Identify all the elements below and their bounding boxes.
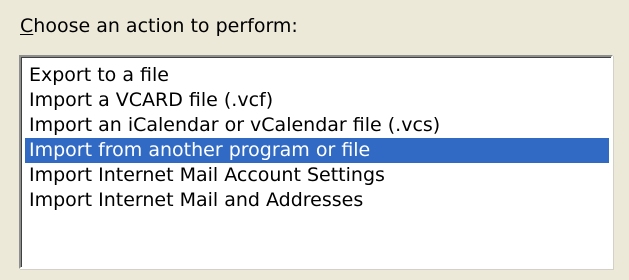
action-listbox[interactable]: Export to a file Import a VCARD file (.v… [19, 55, 613, 269]
choose-action-label-mnemonic: C [20, 15, 34, 37]
choose-action-label-text: hoose an action to perform: [33, 15, 298, 37]
action-item-import-from-program[interactable]: Import from another program or file [25, 138, 609, 163]
action-item-import-mail-account-settings[interactable]: Import Internet Mail Account Settings [25, 163, 609, 188]
action-list: Export to a file Import a VCARD file (.v… [25, 63, 609, 213]
action-item-import-vcard[interactable]: Import a VCARD file (.vcf) [25, 88, 609, 113]
action-item-import-mail-and-addresses[interactable]: Import Internet Mail and Addresses [25, 188, 609, 213]
action-item-export-to-file[interactable]: Export to a file [25, 63, 609, 88]
action-item-import-icalendar[interactable]: Import an iCalendar or vCalendar file (.… [25, 113, 609, 138]
choose-action-label: Choose an action to perform: [20, 14, 298, 38]
